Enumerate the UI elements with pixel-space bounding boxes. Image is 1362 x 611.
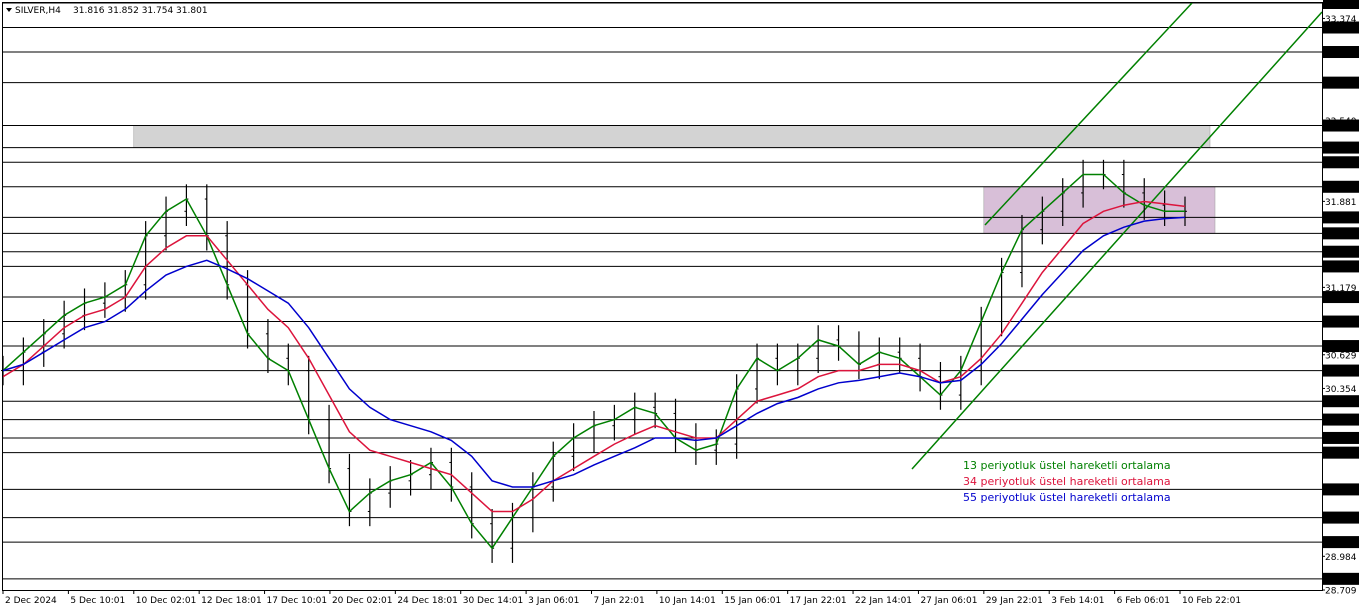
price-label: 31.100 xyxy=(1325,294,1357,304)
chart-header: SILVER,H4 31.816 31.852 31.754 31.801 xyxy=(6,6,208,16)
symbol-timeframe: SILVER,H4 xyxy=(15,6,61,16)
price-label: 32.000 xyxy=(1325,183,1357,193)
time-label: 29 Jan 22:01 xyxy=(986,596,1043,606)
price-label: 33.300 xyxy=(1325,24,1357,34)
legend-ema13: 13 periyotluk üstel hareketli ortalama xyxy=(963,459,1171,472)
price-label: 30.354 xyxy=(1325,385,1357,395)
time-label: 10 Dec 02:01 xyxy=(136,596,197,606)
price-label: 28.709 xyxy=(1325,587,1357,597)
time-label: 15 Jan 06:01 xyxy=(724,596,781,606)
price-label: 29.100 xyxy=(1325,539,1357,549)
price-label: 31.750 xyxy=(1325,214,1357,224)
price-label: 33.500 xyxy=(1325,0,1357,10)
price-label: 32.500 xyxy=(1325,122,1357,132)
price-label: 32.320 xyxy=(1325,144,1357,154)
consolidation-zone xyxy=(983,186,1216,234)
legend: 13 periyotluk üstel hareketli ortalama 3… xyxy=(963,459,1171,504)
price-label: 31.350 xyxy=(1325,263,1357,273)
price-label: 30.500 xyxy=(1325,367,1357,377)
price-label: 30.100 xyxy=(1325,416,1357,426)
price-chart[interactable]: 33.50033.37433.30033.10032.85032.54032.5… xyxy=(0,0,1362,611)
time-label: 10 Feb 22:01 xyxy=(1182,596,1241,606)
price-label: 31.881 xyxy=(1325,198,1357,208)
time-label: 7 Jan 22:01 xyxy=(594,596,645,606)
time-label: 27 Jan 06:01 xyxy=(920,596,977,606)
time-label: 5 Dec 10:01 xyxy=(70,596,125,606)
time-label: 2 Dec 2024 xyxy=(5,596,57,606)
time-label: 17 Jan 22:01 xyxy=(790,596,847,606)
time-label: 22 Jan 14:01 xyxy=(855,596,912,606)
price-label: 29.950 xyxy=(1325,434,1357,444)
price-label: 32.850 xyxy=(1325,79,1357,89)
price-label: 29.300 xyxy=(1325,514,1357,524)
time-label: 17 Dec 10:01 xyxy=(267,596,328,606)
price-label: 30.629 xyxy=(1325,351,1357,361)
price-label: 28.984 xyxy=(1325,553,1357,563)
time-label: 30 Dec 14:01 xyxy=(463,596,524,606)
price-label: 30.250 xyxy=(1325,398,1357,408)
price-label: 29.530 xyxy=(1325,486,1357,496)
price-label: 33.100 xyxy=(1325,49,1357,59)
price-label: 30.900 xyxy=(1325,318,1357,328)
time-label: 6 Feb 06:01 xyxy=(1117,596,1170,606)
time-label: 10 Jan 14:01 xyxy=(659,596,716,606)
chart-background xyxy=(0,0,1362,611)
chart-window[interactable]: 33.50033.37433.30033.10032.85032.54032.5… xyxy=(0,0,1362,611)
price-label: 31.470 xyxy=(1325,248,1357,258)
time-label: 3 Feb 14:01 xyxy=(1051,596,1104,606)
legend-ema34: 34 periyotluk üstel hareketli ortalama xyxy=(963,475,1171,488)
price-label: 29.830 xyxy=(1325,449,1357,459)
legend-ema55: 55 periyotluk üstel hareketli ortalama xyxy=(963,491,1171,504)
resistance-zone xyxy=(133,125,1211,148)
price-label: 28.800 xyxy=(1325,575,1357,585)
time-label: 3 Jan 06:01 xyxy=(528,596,579,606)
time-label: 20 Dec 02:01 xyxy=(332,596,393,606)
ohlc-values: 31.816 31.852 31.754 31.801 xyxy=(73,6,208,16)
time-label: 12 Dec 18:01 xyxy=(201,596,262,606)
price-label: 31.620 xyxy=(1325,230,1357,240)
price-label: 32.200 xyxy=(1325,159,1357,169)
time-label: 24 Dec 18:01 xyxy=(397,596,458,606)
